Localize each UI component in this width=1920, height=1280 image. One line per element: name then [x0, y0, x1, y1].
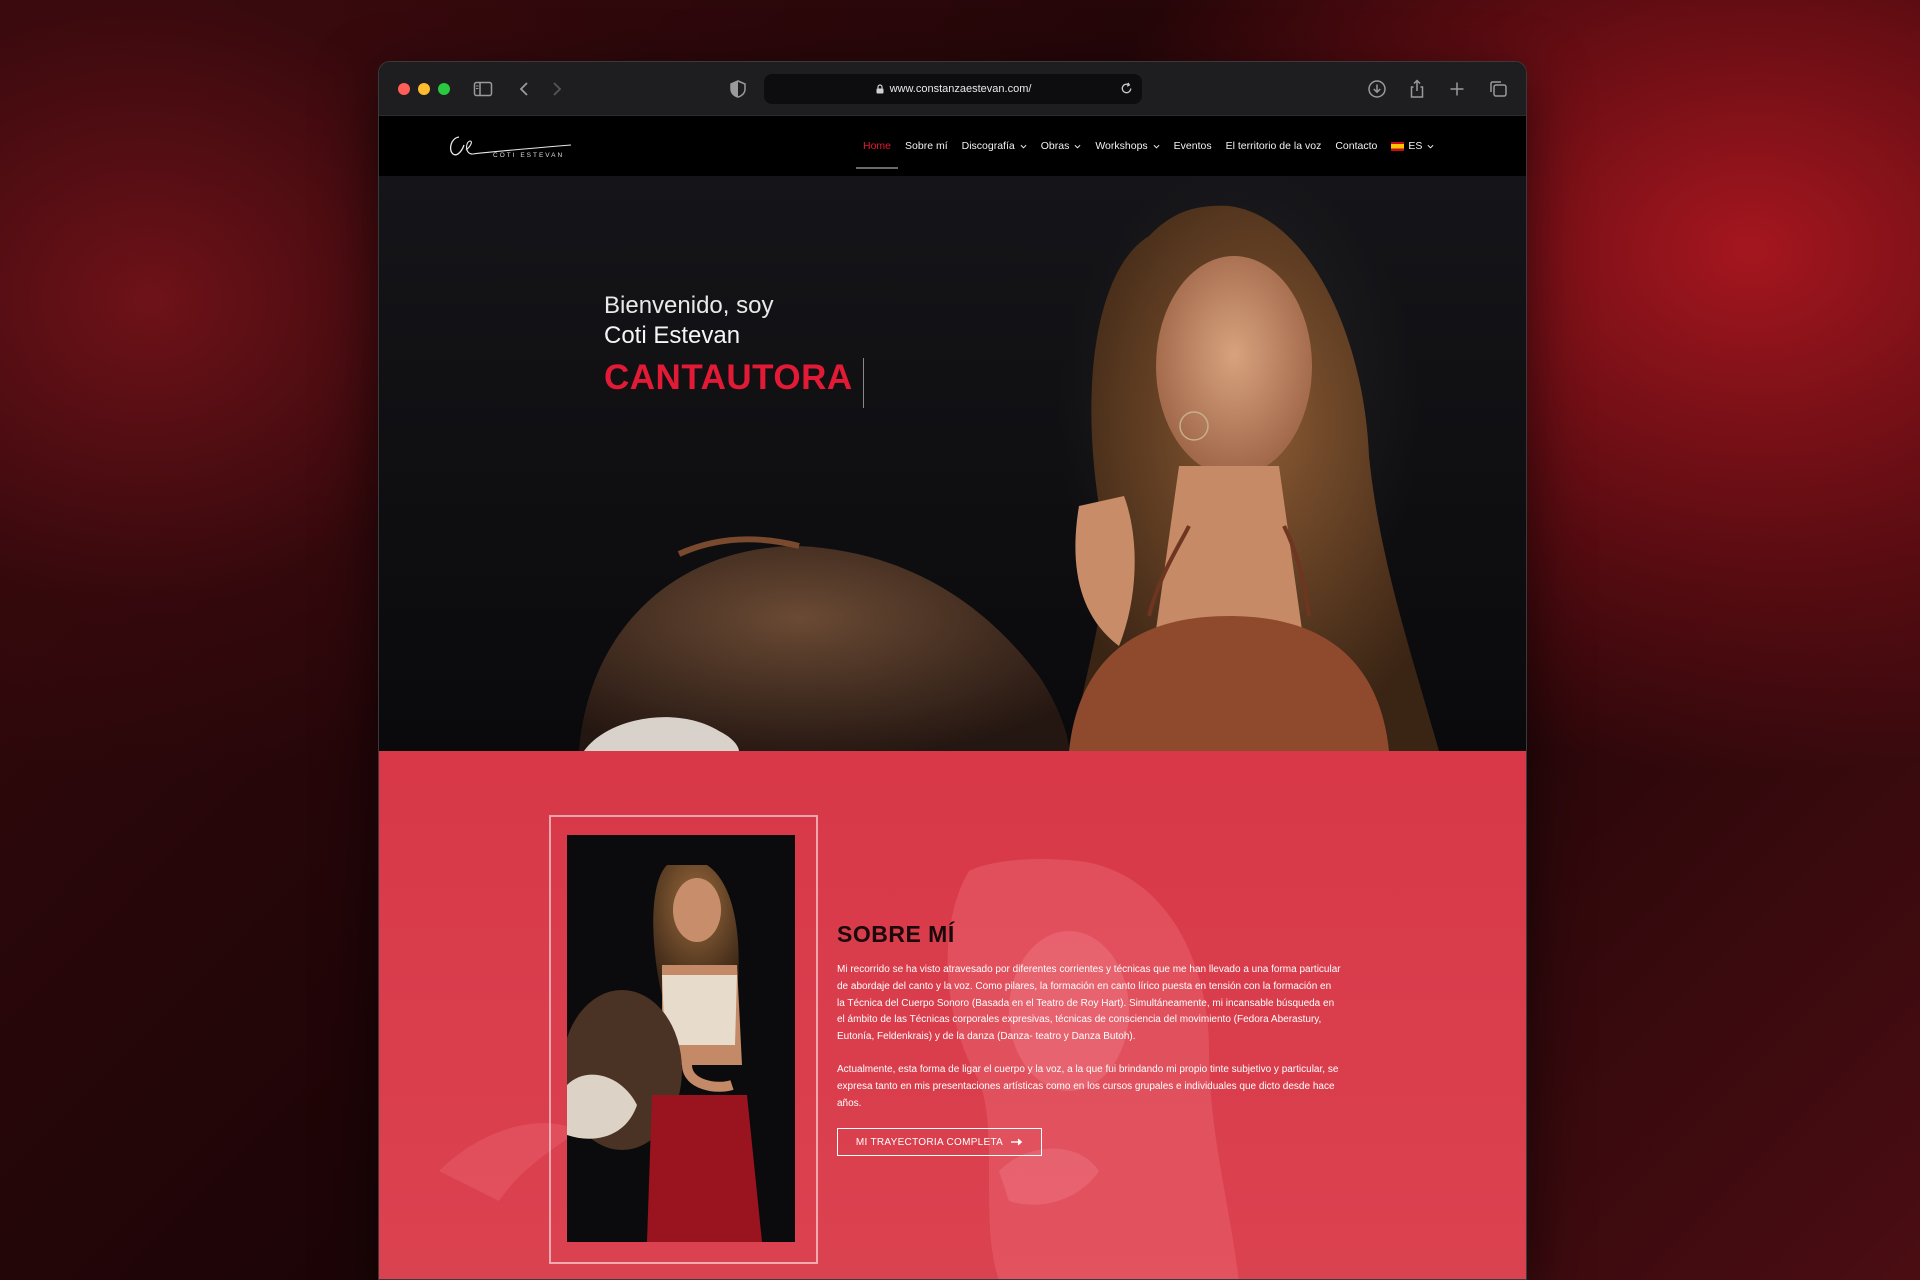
site-navbar: COTI ESTEVAN Home Sobre mí Discografía O… [379, 116, 1526, 176]
minimize-window-button[interactable] [418, 83, 430, 95]
nav-item-home[interactable]: Home [855, 116, 899, 176]
web-page: COTI ESTEVAN Home Sobre mí Discografía O… [379, 116, 1526, 1279]
trayectoria-button-label: MI TRAYECTORIA COMPLETA [855, 1136, 1004, 1148]
hero-role: CANTAUTORA [604, 358, 853, 397]
sidebar-toggle-icon[interactable] [472, 78, 494, 100]
chevron-down-icon [1153, 144, 1160, 149]
maximize-window-button[interactable] [438, 83, 450, 95]
nav-item-contacto[interactable]: Contacto [1335, 116, 1377, 176]
logo-text: COTI ESTEVAN [493, 152, 565, 159]
chevron-down-icon [1074, 144, 1081, 149]
forward-arrow-icon[interactable] [545, 78, 567, 100]
nav-item-obras[interactable]: Obras [1041, 116, 1082, 176]
spain-flag-icon [1391, 141, 1405, 151]
chevron-down-icon [1427, 144, 1434, 149]
signature-logo-icon [449, 136, 572, 156]
nav-item-territorio-de-la-voz[interactable]: El territorio de la voz [1226, 116, 1322, 176]
about-text: Mi recorrido se ha visto atravesado por … [837, 962, 1341, 1112]
back-arrow-icon[interactable] [514, 78, 536, 100]
share-icon[interactable] [1406, 78, 1428, 100]
new-tab-plus-icon[interactable] [1446, 78, 1468, 100]
main-menu: Home Sobre mí Discografía Obras Workshop… [855, 116, 1448, 176]
about-section: SOBRE MÍ Mi recorrido se ha visto atrave… [379, 751, 1526, 1279]
about-paragraph-2: Actualmente, esta forma de ligar el cuer… [837, 1063, 1339, 1109]
nav-item-eventos[interactable]: Eventos [1174, 116, 1212, 176]
lock-icon [876, 84, 884, 94]
nav-label: Home [863, 140, 892, 152]
nav-item-discografia[interactable]: Discografía [962, 116, 1027, 176]
nav-label: Obras [1040, 140, 1070, 152]
nav-label: El territorio de la voz [1225, 140, 1322, 152]
about-paragraph-1: Mi recorrido se ha visto atravesado por … [837, 964, 1341, 1043]
hero-greeting: Bienvenido, soy [604, 292, 774, 319]
nav-item-sobre-mi[interactable]: Sobre mí [905, 116, 948, 176]
language-label: ES [1408, 140, 1423, 152]
tab-overview-icon[interactable] [1487, 78, 1509, 100]
reload-icon[interactable] [1119, 81, 1134, 96]
nav-label: Contacto [1335, 140, 1378, 152]
about-title: SOBRE MÍ [837, 921, 955, 947]
hero-name: Coti Estevan [604, 322, 741, 349]
about-portrait-image [567, 835, 795, 1242]
browser-toolbar: www.constanzaestevan.com/ [379, 62, 1526, 116]
site-logo[interactable]: COTI ESTEVAN [443, 126, 573, 166]
browser-window: www.constanzaestevan.com/ COTI ESTEVAN H… [378, 61, 1527, 1280]
nav-label: Workshops [1095, 140, 1148, 152]
nav-label: Sobre mí [905, 140, 948, 152]
hero-section: Bienvenido, soy Coti Estevan CANTAUTORA [379, 176, 1526, 751]
trayectoria-button[interactable]: MI TRAYECTORIA COMPLETA [837, 1128, 1042, 1156]
download-icon[interactable] [1366, 78, 1388, 100]
typing-caret [863, 358, 864, 408]
arrow-right-icon [1011, 1138, 1023, 1146]
url-text: www.constanzaestevan.com/ [889, 83, 1032, 95]
nav-label: Discografía [961, 140, 1015, 152]
language-selector[interactable]: ES [1391, 116, 1434, 176]
hero-portrait-image [579, 205, 1439, 751]
chevron-down-icon [1020, 144, 1027, 149]
address-bar[interactable]: www.constanzaestevan.com/ [764, 74, 1142, 104]
close-window-button[interactable] [398, 83, 410, 95]
nav-label: Eventos [1173, 140, 1212, 152]
privacy-shield-icon[interactable] [727, 78, 749, 100]
nav-item-workshops[interactable]: Workshops [1095, 116, 1160, 176]
